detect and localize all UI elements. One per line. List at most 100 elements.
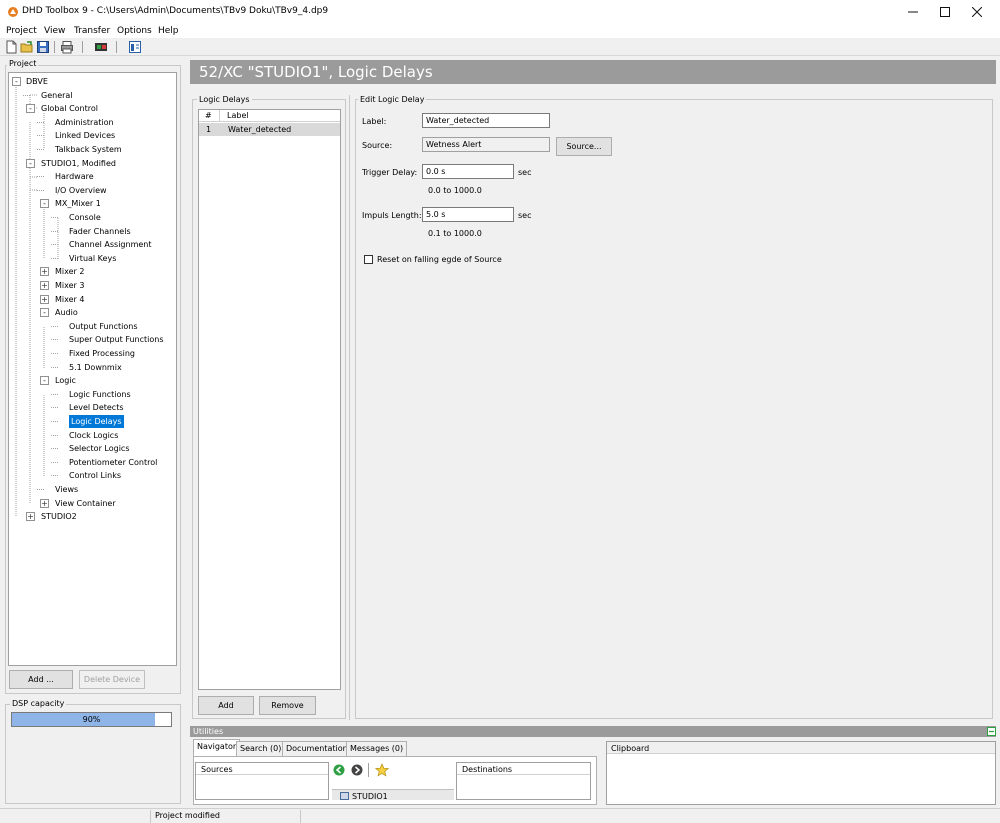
tab-navigator[interactable]: Navigator (193, 739, 241, 756)
tree-item[interactable]: Channel Assignment (69, 238, 152, 251)
new-file-icon[interactable] (4, 40, 18, 54)
tree-item[interactable]: Super Output Functions (69, 333, 164, 346)
view-icon[interactable] (128, 40, 142, 54)
expand-toggle[interactable]: + (40, 294, 49, 304)
tree-item[interactable]: Talkback System (55, 143, 122, 156)
tree-item[interactable]: General (41, 89, 73, 102)
tree-item[interactable]: Level Detects (69, 401, 124, 414)
open-folder-icon[interactable] (20, 40, 34, 54)
collapse-toggle[interactable]: - (40, 376, 49, 386)
column-header-number[interactable]: # (205, 111, 212, 120)
tree-item[interactable]: Mixer 3 (55, 279, 84, 292)
tree-connector (51, 393, 58, 395)
collapse-toggle[interactable]: - (40, 308, 49, 318)
add-logic-delay-button[interactable]: Add (198, 696, 254, 715)
tree-item[interactable]: Audio (55, 306, 78, 319)
logic-delays-list[interactable]: # Label 1 Water_detected (198, 109, 341, 690)
expand-toggle[interactable]: + (40, 281, 49, 290)
panel-splitter[interactable] (349, 95, 351, 720)
tree-item[interactable]: Linked Devices (55, 129, 115, 142)
tree-item[interactable]: Mixer 2 (55, 265, 84, 278)
collapse-toggle[interactable]: - (12, 77, 21, 86)
page-title: 52/XC "STUDIO1", Logic Delays (190, 60, 996, 84)
tree-item[interactable]: Mixer 4 (55, 293, 84, 306)
collapse-toggle[interactable]: - (26, 104, 35, 114)
tree-item[interactable]: Fader Channels (69, 225, 131, 238)
tree-item[interactable]: Console (69, 211, 101, 224)
nav-separator (368, 763, 369, 777)
tree-item[interactable]: DBVE (26, 75, 48, 88)
tree-item[interactable]: Control Links (69, 469, 121, 482)
column-header-label[interactable]: Label (227, 111, 249, 120)
expand-toggle[interactable]: + (40, 267, 49, 277)
menu-view[interactable]: View (44, 26, 65, 36)
tree-item[interactable]: Hardware (55, 170, 94, 183)
minimize-icon (908, 11, 918, 13)
sources-list[interactable]: Sources (195, 762, 329, 800)
tree-item[interactable]: Logic (55, 374, 76, 387)
label-caption: Label: (362, 117, 387, 126)
nav-item[interactable]: STUDIO1 (332, 789, 454, 801)
tree-item[interactable]: I/O Overview (55, 184, 107, 197)
menu-project[interactable]: Project (6, 26, 37, 36)
tree-item[interactable]: Administration (55, 116, 114, 129)
expand-toggle[interactable]: + (40, 498, 49, 508)
delete-device-button[interactable]: Delete Device (79, 670, 145, 689)
forward-icon[interactable] (351, 764, 363, 776)
tree-item[interactable]: View Container (55, 497, 116, 510)
utilities-title-bar: Utilities (190, 726, 996, 737)
tree-item[interactable]: 5.1 Downmix (69, 361, 122, 374)
reset-checkbox-label[interactable]: Reset on falling egde of Source (377, 255, 502, 264)
tree-item[interactable]: Logic Functions (69, 388, 131, 401)
impuls-length-field[interactable]: 5.0 s (422, 207, 514, 222)
add-device-button[interactable]: Add ... (9, 670, 73, 689)
close-button[interactable] (954, 0, 1000, 24)
tree-item[interactable]: STUDIO2 (41, 510, 77, 523)
source-button[interactable]: Source... (556, 137, 612, 156)
tree-item[interactable]: Potentiometer Control (69, 456, 157, 469)
tree-item[interactable]: Views (55, 483, 78, 496)
destinations-list[interactable]: Destinations (456, 762, 591, 800)
expand-toggle[interactable]: + (26, 512, 35, 522)
project-tree[interactable]: - DBVE General - Global Control Administratio… (8, 72, 177, 666)
remove-logic-delay-button[interactable]: Remove (259, 696, 316, 715)
tab-messages[interactable]: Messages (0) (346, 741, 408, 756)
save-icon[interactable] (36, 40, 50, 54)
menu-help[interactable]: Help (158, 26, 179, 36)
collapse-toggle[interactable]: - (40, 199, 49, 209)
tree-item[interactable]: Fixed Processing (69, 347, 135, 360)
label-field[interactable]: Water_detected (422, 113, 550, 128)
print-icon[interactable] (60, 40, 74, 54)
tree-connector (51, 257, 58, 259)
reset-checkbox[interactable] (364, 255, 373, 264)
transfer-icon[interactable] (94, 40, 108, 54)
collapse-toggle[interactable]: - (26, 158, 35, 168)
tree-item[interactable]: MX_Mixer 1 (55, 197, 101, 210)
tab-documentation[interactable]: Documentation (282, 741, 352, 756)
favorite-star-icon[interactable] (375, 763, 389, 777)
tree-item[interactable]: Logic Delays (69, 415, 124, 428)
menu-options[interactable]: Options (117, 26, 152, 36)
tree-item[interactable]: Clock Logics (69, 429, 118, 442)
utilities-toggle-button[interactable] (987, 727, 996, 736)
destinations-header: Destinations (457, 763, 590, 775)
tree-item[interactable]: Output Functions (69, 320, 138, 333)
tree-item[interactable]: Virtual Keys (69, 252, 116, 265)
nav-item-label: STUDIO1 (352, 792, 388, 801)
tree-item[interactable]: STUDIO1, Modified (41, 157, 116, 170)
table-row[interactable]: 1 Water_detected (199, 123, 340, 136)
trigger-delay-field[interactable]: 0.0 s (422, 164, 514, 179)
tree-item[interactable]: Selector Logics (69, 442, 129, 455)
tab-search[interactable]: Search (0) (236, 741, 286, 756)
tree-connector (23, 94, 30, 96)
project-group-label: Project (7, 59, 39, 68)
back-icon[interactable] (333, 764, 345, 776)
tree-connector (51, 244, 58, 246)
minus-icon (989, 730, 994, 733)
tree-item[interactable]: Global Control (41, 102, 98, 115)
clipboard-panel[interactable]: Clipboard (606, 741, 996, 805)
tree-connector (37, 189, 44, 191)
impuls-length-unit: sec (518, 211, 532, 220)
logic-delays-group-label: Logic Delays (197, 95, 252, 104)
menu-transfer[interactable]: Transfer (74, 26, 110, 36)
